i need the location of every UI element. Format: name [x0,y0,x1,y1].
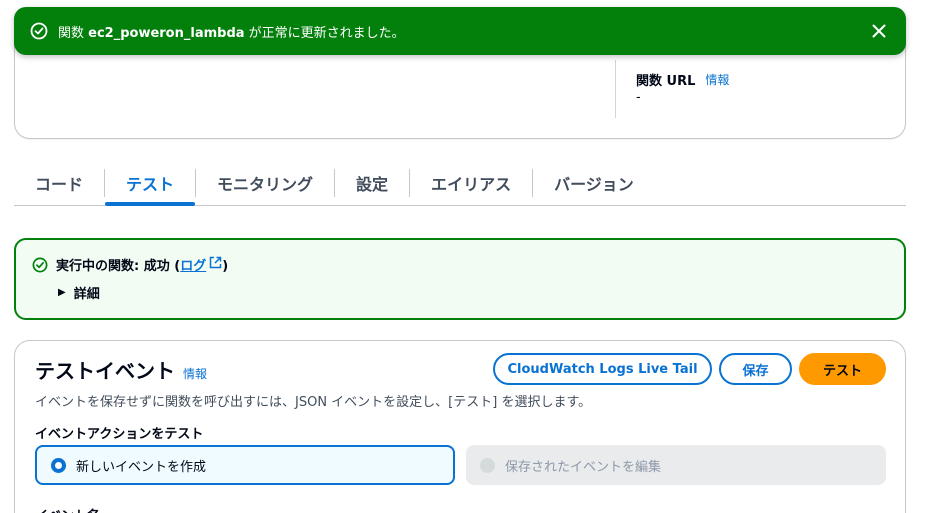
details-expander[interactable]: ▶ 詳細 [58,283,888,302]
function-url-label-row: 関数 URL 情報 [636,70,729,89]
event-name-label: イベント名 [35,505,100,513]
test-event-title: テストイベント [35,359,175,383]
execution-result-alert: 実行中の関数: 成功 (ログ) ▶ 詳細 [14,238,906,320]
test-event-info-link[interactable]: 情報 [183,365,207,382]
function-tabs: コード テスト モニタリング 設定 エイリアス バージョン [14,160,906,206]
close-icon[interactable] [868,20,890,42]
cloudwatch-live-tail-button[interactable]: CloudWatch Logs Live Tail [493,353,712,385]
success-flash-banner: 関数 ec2_poweron_lambda が正常に更新されました。 [14,7,906,55]
tab-test[interactable]: テスト [105,160,196,206]
tab-configuration[interactable]: 設定 [335,160,409,205]
log-link[interactable]: ログ [180,255,222,274]
radio-disabled-icon [480,457,495,473]
save-button[interactable]: 保存 [719,353,792,385]
tab-aliases[interactable]: エイリアス [410,160,532,205]
function-url-label: 関数 URL [636,74,696,89]
function-url-value: - [636,90,641,105]
flash-function-name: ec2_poweron_lambda [88,25,245,41]
test-button[interactable]: テスト [799,353,886,385]
flash-message: 関数 ec2_poweron_lambda が正常に更新されました。 [58,25,405,41]
edit-saved-event-label: 保存されたイベントを編集 [505,459,662,475]
create-new-event-label: 新しいイベントを作成 [76,459,207,475]
test-event-header: テストイベント 情報 [35,355,207,384]
test-event-description: イベントを保存せずに関数を呼び出すには、JSON イベントを設定し、[テスト] … [35,395,592,410]
tab-code[interactable]: コード [14,160,104,205]
details-label: 詳細 [73,287,100,302]
overview-divider [615,60,616,118]
caret-right-icon: ▶ [58,287,66,298]
edit-saved-event-option: 保存されたイベントを編集 [466,445,886,485]
function-url-info-link[interactable]: 情報 [705,71,729,88]
test-event-card: テストイベント 情報 CloudWatch Logs Live Tail 保存 … [14,340,906,513]
external-link-icon [209,256,222,273]
lambda-console-page: 関数 URL 情報 - 関数 ec2_poweron_lambda が正常に更新… [0,0,925,513]
execution-status-text: 実行中の関数: 成功 (ログ) [56,255,228,274]
event-action-label: イベントアクションをテスト [35,427,204,442]
execution-status-row: 実行中の関数: 成功 (ログ) [32,255,888,274]
create-new-event-option[interactable]: 新しいイベントを作成 [35,445,455,485]
radio-selected-icon [51,457,66,473]
tab-monitoring[interactable]: モニタリング [196,160,334,205]
check-circle-icon [30,22,48,40]
check-circle-icon [32,257,48,273]
tab-versions[interactable]: バージョン [533,160,655,205]
